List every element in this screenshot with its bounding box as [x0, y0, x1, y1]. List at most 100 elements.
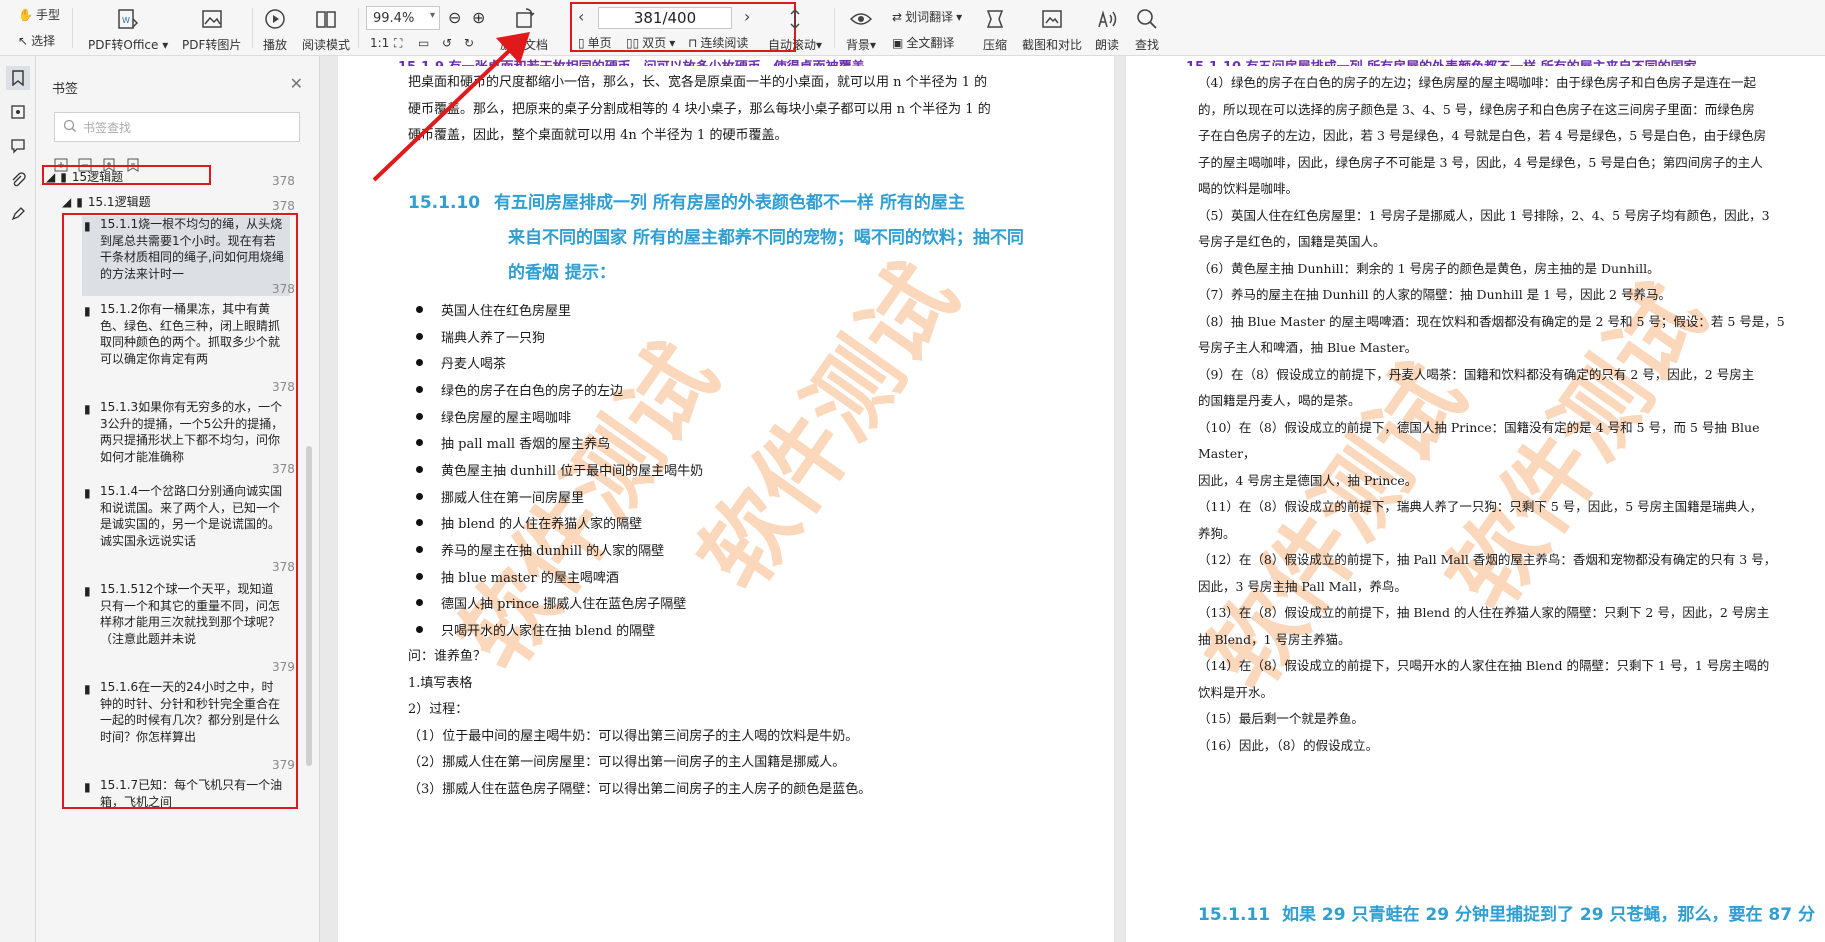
panel-title: 书签 — [52, 82, 79, 97]
compress-icon — [982, 6, 1008, 32]
signature-icon[interactable] — [6, 202, 30, 226]
bookmark-item[interactable]: ▮ 15.1.1烧一根不均匀的绳，从头烧到尾总共需要1个小时。现在有若干条材质相… — [82, 216, 295, 296]
bookmark-page-number: 378 — [272, 199, 295, 213]
bookmark-item[interactable]: ▮ 15.1.4一个岔路口分别通向诚实国和说谎国。来了两个人，已知一个是诚实国的… — [82, 483, 295, 575]
document-translate-icon: ▣ — [892, 35, 904, 50]
previous-page-icon[interactable]: ‹ — [578, 7, 584, 26]
bookmark-icon: ▮ — [76, 194, 83, 209]
search-icon — [1134, 6, 1160, 32]
list-item: 挪威人住在第一间房屋里 — [412, 483, 703, 510]
svg-text:W: W — [122, 16, 130, 25]
list-item: 抽 blue master 的屋主喝啤酒 — [412, 563, 703, 590]
bookmark-item-15-1[interactable]: ◢ ▮ 15.1逻辑题 — [62, 193, 151, 210]
bullet-icon — [416, 332, 423, 340]
bookmark-page-number: 378 — [272, 174, 295, 188]
full-translate-button[interactable]: ▣ 全文翻译 — [892, 34, 954, 51]
thumbnail-icon[interactable] — [6, 100, 30, 124]
screenshot-compare-button[interactable]: 截图和对比 — [1022, 6, 1082, 53]
list-item: 德国人抽 prince 挪威人住在蓝色房子隔壁 — [412, 590, 703, 617]
compress-button[interactable]: 压缩 — [982, 6, 1008, 53]
list-item: 绿色的房子在白色的房子的左边 — [412, 376, 703, 403]
bookmark-item[interactable]: ▮ 15.1.512个球一个天平，现知道只有一个和其它的重量不同，问怎样称才能用… — [82, 581, 295, 674]
list-item: 养马的屋主在抽 dunhill 的人家的隔壁 — [412, 536, 703, 563]
list-item: 黄色屋主抽 dunhill 位于最中间的屋主喝牛奶 — [412, 456, 703, 483]
list-item: 只喝开水的人家住在抽 blend 的隔壁 — [412, 616, 703, 643]
bullet-icon — [416, 572, 423, 580]
translate-icon: ⇄ — [892, 9, 903, 24]
bookmark-search-input[interactable]: 书签查找 — [54, 112, 300, 142]
pdf-to-image-button[interactable]: PDF转图片 — [182, 6, 241, 53]
main-toolbar: ✋ 手型 ↖ 选择 W PDF转Office ▾ PDF转图片 播放 阅读模式 99… — [0, 0, 1825, 56]
bookmark-icon: ▮ — [84, 304, 91, 318]
sidebar-rail — [0, 56, 36, 942]
play-button[interactable]: 播放 — [262, 6, 288, 53]
bookmark-icon: ▮ — [84, 682, 91, 696]
select-tool-button[interactable]: ↖ 选择 — [18, 32, 55, 49]
caret-down-icon: ◢ — [62, 194, 72, 209]
cursor-icon: ↖ — [18, 33, 29, 48]
close-icon[interactable]: ✕ — [290, 74, 303, 93]
word-translate-button[interactable]: ⇄ 划词翻译 ▾ — [892, 8, 962, 25]
pdf-to-office-button[interactable]: W PDF转Office ▾ — [88, 6, 168, 53]
screenshot-icon — [1039, 6, 1065, 32]
list-item: 英国人住在红色房屋里 — [412, 296, 703, 323]
continuous-read-button[interactable]: ⊓ 连续阅读 — [688, 34, 748, 51]
bookmark-icon: ▮ — [84, 584, 91, 598]
bookmark-icon[interactable] — [6, 66, 30, 90]
hand-tool-button[interactable]: ✋ 手型 — [18, 6, 60, 23]
toolbar-divider — [252, 8, 253, 48]
reading-mode-button[interactable]: 阅读模式 — [302, 6, 350, 53]
bookmark-icon: ▮ — [84, 402, 91, 416]
page-number-input[interactable]: 381/400 — [598, 7, 732, 29]
bullet-icon — [416, 305, 423, 313]
toolbar-divider — [834, 8, 835, 48]
pdf-to-image-icon — [199, 6, 225, 32]
bookmark-item[interactable]: ▮ 15.1.7已知：每个飞机只有一个油箱，飞机之间 — [82, 777, 290, 807]
section-heading-number: 15.1.10 — [408, 193, 481, 213]
list-item: 绿色房屋的屋主喝咖啡 — [412, 403, 703, 430]
auto-scroll-button[interactable]: 自动滚动▾ — [768, 6, 822, 53]
pdf-page-right: 15.1.10 有五间房屋排成一列 所有房屋的外表颜色都不一样 所有的屋主来自不… — [1126, 56, 1825, 942]
cut-off-heading: 15.1.10 有五间房屋排成一列 所有房屋的外表颜色都不一样 所有的屋主来自不… — [1186, 56, 1806, 66]
bookmark-item[interactable]: ▮ 15.1.6在一天的24小时之中，时钟的时针、分针和秒针完全重合在一起的时候… — [82, 679, 295, 772]
bullet-icon — [416, 385, 423, 393]
solution-paragraph: 问：谁养鱼？ 1.填写表格 2）过程： （1）位于最中间的屋主喝牛奶：可以得出第… — [408, 649, 872, 797]
bookmark-item-15[interactable]: ◢ ▮ 15逻辑题 — [46, 168, 123, 185]
bullet-icon — [416, 546, 423, 554]
bookmark-item[interactable]: ▮ 15.1.3如果你有无穷多的水，一个3公升的提捅，一个5公升的提捅，两只提捅… — [82, 399, 295, 476]
book-icon — [313, 6, 339, 32]
attachment-icon[interactable] — [6, 168, 30, 192]
comment-icon[interactable] — [6, 134, 30, 158]
section-heading: 如果 29 只青蛙在 29 分钟里捕捉到了 29 只苍蝇，那么，要在 87 分 — [1282, 905, 1815, 925]
find-button[interactable]: 查找 — [1134, 6, 1160, 53]
bookmark-item[interactable]: ▮ 15.1.2你有一桶果冻，其中有黄色、绿色、红色三种，闭上眼睛抓取同种颜色的… — [82, 301, 295, 394]
double-page-button[interactable]: ▯▯ 双页 ▾ — [626, 34, 675, 51]
single-page-button[interactable]: ▯ 单页 — [578, 34, 612, 51]
bullet-icon — [416, 412, 423, 420]
bookmark-icon: ▮ — [60, 169, 67, 184]
bookmark-icon: ▮ — [84, 219, 91, 233]
chevron-down-icon: ▾ — [669, 35, 676, 50]
read-aloud-button[interactable]: 朗读 — [1094, 6, 1120, 53]
eye-icon — [848, 6, 874, 32]
toolbar-divider — [358, 8, 359, 48]
bookmark-icon: ▮ — [84, 780, 91, 794]
bullet-icon — [416, 465, 423, 473]
caret-down-icon: ◢ — [46, 169, 56, 184]
background-button[interactable]: 背景▾ — [846, 6, 876, 53]
hint-list: 英国人住在红色房屋里 瑞典人养了一只狗 丹麦人喝茶 绿色的房子在白色的房子的左边… — [412, 296, 703, 643]
next-page-icon[interactable]: › — [744, 7, 750, 26]
continuous-read-icon: ⊓ — [688, 35, 698, 50]
play-icon — [262, 6, 288, 32]
auto-scroll-icon — [782, 6, 808, 32]
bullet-icon — [416, 626, 423, 634]
search-icon — [63, 119, 77, 136]
section-heading: 有五间房屋排成一列 所有房屋的外表颜色都不一样 所有的屋主 来自不同的国家 所有… — [494, 193, 1024, 283]
toolbar-divider — [72, 8, 73, 48]
bullet-icon — [416, 439, 423, 447]
panel-scrollbar[interactable] — [306, 446, 312, 766]
double-page-icon: ▯▯ — [626, 35, 640, 50]
bullet-icon — [416, 359, 423, 367]
read-aloud-icon — [1094, 6, 1120, 32]
bookmark-icon: ▮ — [84, 486, 91, 500]
